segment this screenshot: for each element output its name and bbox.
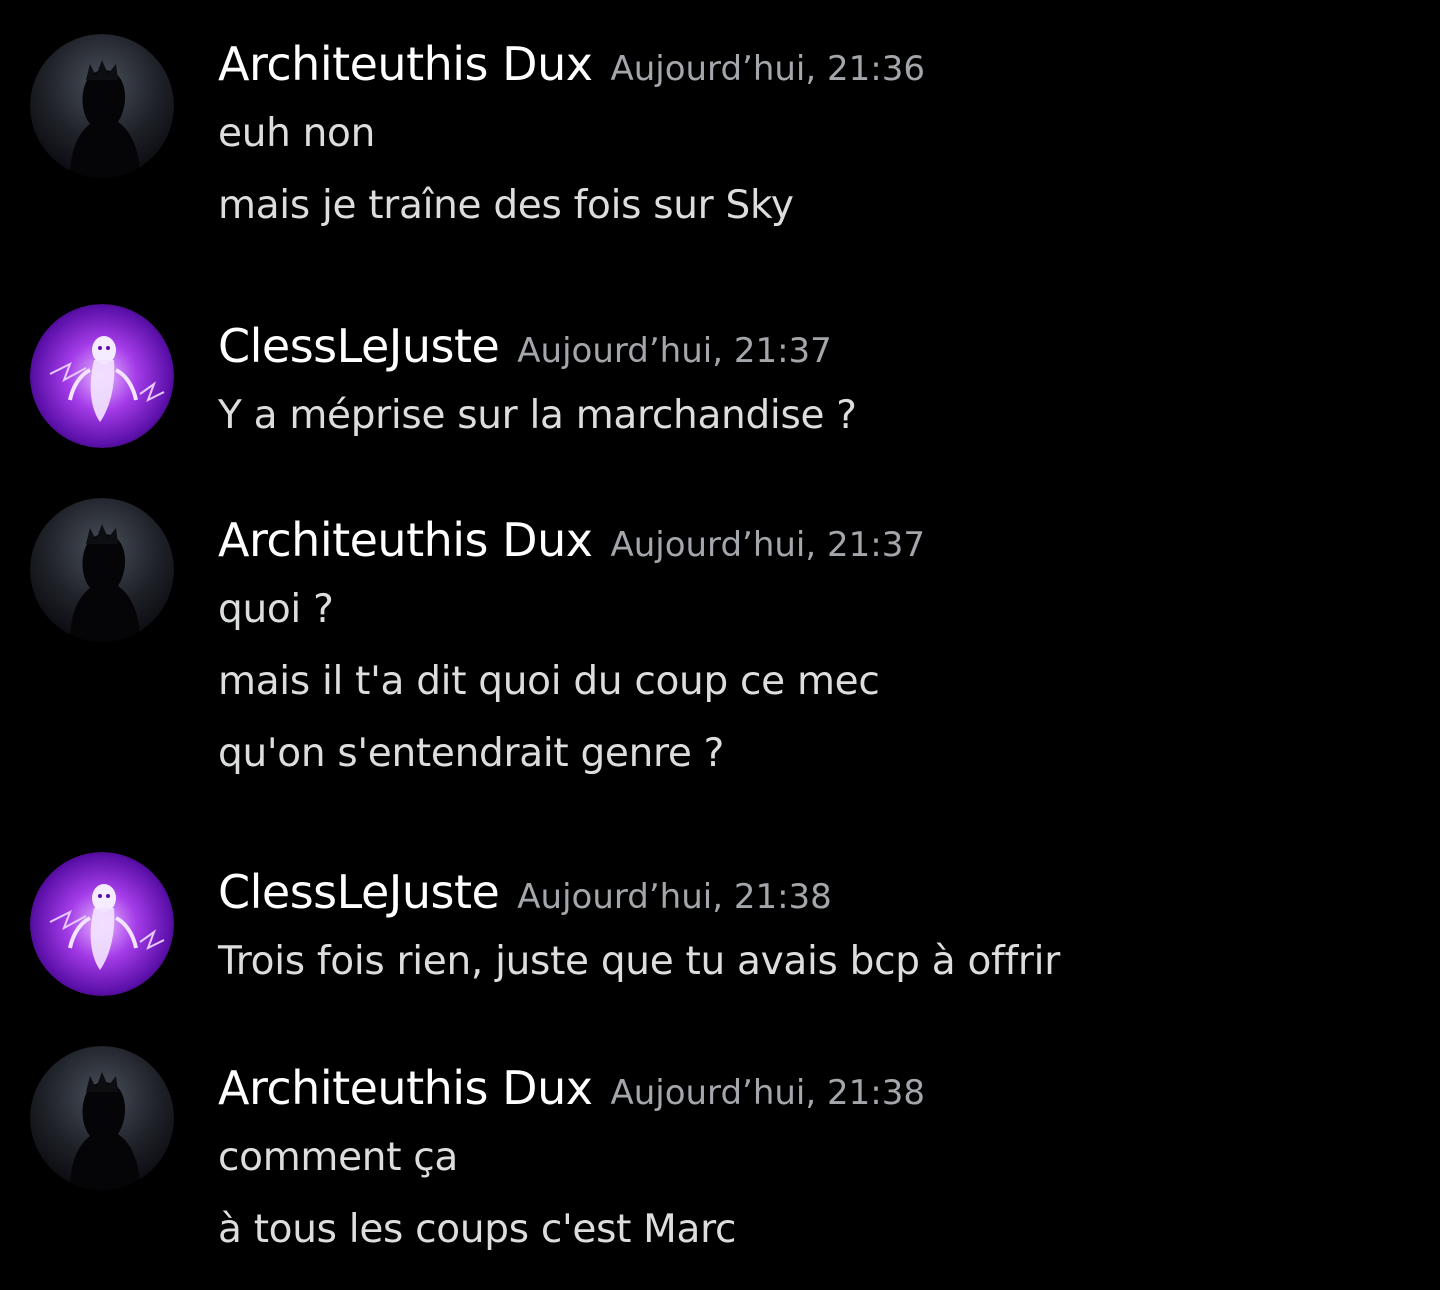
message-header: Architeuthis Dux Aujourd’hui, 21:38: [218, 1058, 925, 1118]
message-content: euh non mais je traîne des fois sur Sky: [218, 98, 794, 242]
dark-silhouette-avatar-icon: [30, 498, 174, 642]
message-text: euh non: [218, 111, 376, 156]
message-content: comment ça à tous les coups c'est Marc: [218, 1122, 736, 1266]
message-text: qu'on s'entendrait genre ?: [218, 731, 725, 776]
user-avatar[interactable]: [30, 34, 174, 178]
timestamp: Aujourd’hui, 21:38: [517, 877, 832, 917]
message-text: Y a méprise sur la marchandise ?: [218, 393, 857, 438]
purple-spirit-avatar-icon: [30, 304, 174, 448]
purple-spirit-avatar-icon: [30, 852, 174, 996]
timestamp: Aujourd’hui, 21:38: [610, 1073, 925, 1113]
message-content: Trois fois rien, juste que tu avais bcp …: [218, 926, 1060, 998]
message-text: mais je traîne des fois sur Sky: [218, 183, 794, 228]
message-content: Y a méprise sur la marchandise ?: [218, 380, 857, 452]
username[interactable]: ClessLeJuste: [218, 319, 500, 373]
message-text: comment ça: [218, 1135, 459, 1180]
dark-silhouette-avatar-icon: [30, 34, 174, 178]
user-avatar[interactable]: [30, 304, 174, 448]
message-header: ClessLeJuste Aujourd’hui, 21:38: [218, 862, 832, 922]
message-content: quoi ? mais il t'a dit quoi du coup ce m…: [218, 574, 880, 790]
user-avatar[interactable]: [30, 1046, 174, 1190]
username[interactable]: Architeuthis Dux: [218, 1061, 593, 1115]
message-text: mais il t'a dit quoi du coup ce mec: [218, 659, 880, 704]
username[interactable]: Architeuthis Dux: [218, 37, 593, 91]
message-text: à tous les coups c'est Marc: [218, 1207, 737, 1252]
message-header: Architeuthis Dux Aujourd’hui, 21:36: [218, 34, 925, 94]
username[interactable]: Architeuthis Dux: [218, 513, 593, 567]
timestamp: Aujourd’hui, 21:37: [517, 331, 832, 371]
user-avatar[interactable]: [30, 852, 174, 996]
message-header: Architeuthis Dux Aujourd’hui, 21:37: [218, 510, 925, 570]
timestamp: Aujourd’hui, 21:37: [610, 525, 925, 565]
user-avatar[interactable]: [30, 498, 174, 642]
message-header: ClessLeJuste Aujourd’hui, 21:37: [218, 316, 832, 376]
username[interactable]: ClessLeJuste: [218, 865, 500, 919]
message-text: Trois fois rien, juste que tu avais bcp …: [218, 939, 1060, 984]
dark-silhouette-avatar-icon: [30, 1046, 174, 1190]
timestamp: Aujourd’hui, 21:36: [610, 49, 925, 89]
message-text: quoi ?: [218, 587, 334, 632]
